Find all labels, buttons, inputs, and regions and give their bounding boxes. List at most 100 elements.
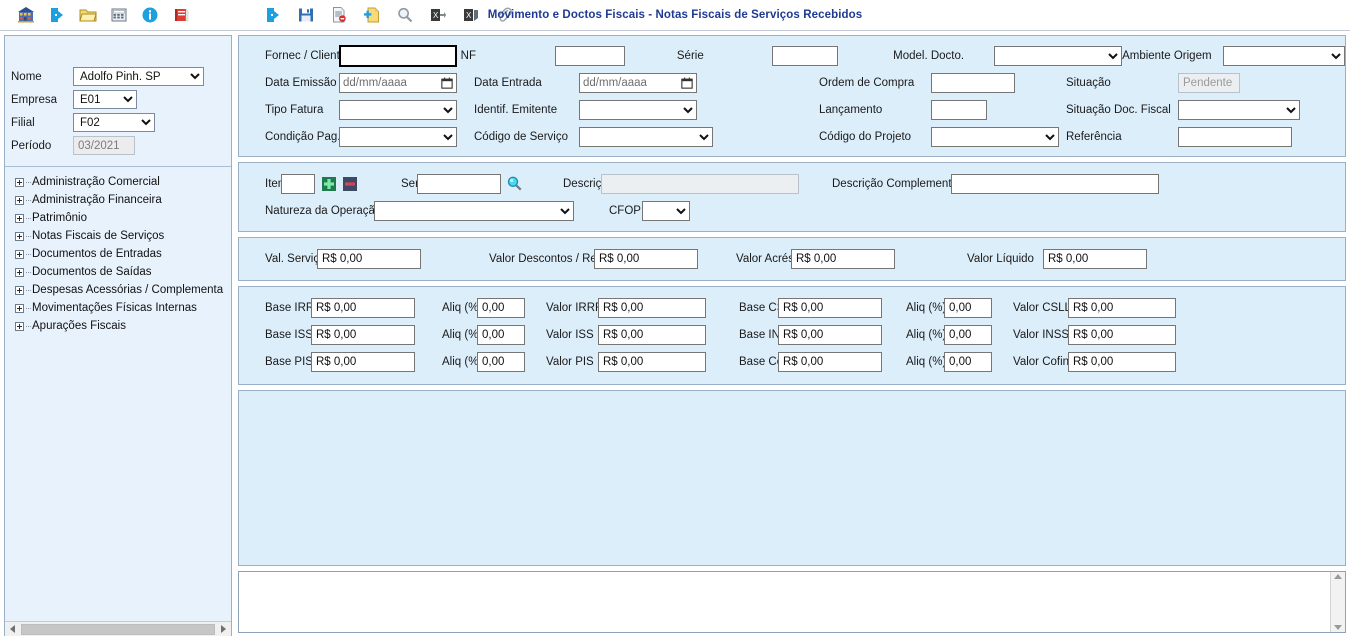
input-aliq-cofins[interactable] — [944, 351, 992, 372]
label-data-emissao: Data Emissão — [265, 76, 337, 89]
open-folder-icon[interactable] — [78, 5, 98, 25]
delete-document-icon[interactable] — [329, 5, 349, 25]
input-fornec-cliente[interactable] — [339, 44, 457, 67]
sidebar-select-nome[interactable]: Adolfo Pinh. SP — [73, 67, 204, 86]
sidebar-tree-item[interactable]: Documentos de Entradas — [15, 245, 231, 263]
sidebar-tree-item[interactable]: Patrimônio — [15, 209, 231, 227]
input-base-inss[interactable] — [778, 324, 882, 345]
sidebar-tree-item[interactable]: Notas Fiscais de Serviços — [15, 227, 231, 245]
expand-plus-icon[interactable] — [15, 249, 24, 259]
input-base-iss[interactable] — [311, 324, 415, 345]
select-tipo-fatura[interactable] — [339, 99, 457, 120]
exit-door-icon[interactable] — [263, 5, 283, 25]
expand-plus-icon[interactable] — [15, 213, 24, 223]
sidebar-label-periodo: Período — [11, 139, 52, 152]
input-aliq-pis[interactable] — [477, 351, 525, 372]
input-aliq-csll[interactable] — [944, 297, 992, 318]
input-ordem-de-compra[interactable] — [931, 72, 1015, 93]
input-val-servico[interactable] — [317, 248, 421, 269]
svg-text:X: X — [433, 11, 439, 20]
search-icon[interactable] — [395, 5, 415, 25]
input-valor-pis[interactable] — [598, 351, 706, 372]
input-base-csll[interactable] — [778, 297, 882, 318]
select-natureza-da-operacao[interactable] — [374, 200, 574, 221]
add-item-button[interactable] — [321, 176, 336, 191]
calendar-icon[interactable] — [441, 77, 453, 89]
attachment-icon[interactable] — [494, 5, 514, 25]
input-aliq-inss[interactable] — [944, 324, 992, 345]
label-serie: Série — [676, 49, 704, 62]
expand-plus-icon[interactable] — [15, 267, 24, 277]
expand-plus-icon[interactable] — [15, 231, 24, 241]
save-icon[interactable] — [296, 5, 316, 25]
select-model-docto[interactable] — [994, 45, 1123, 66]
input-valor-cofins[interactable] — [1068, 351, 1176, 372]
sidebar-tree-item[interactable]: Apurações Fiscais — [15, 317, 231, 335]
sidebar-tree-item[interactable]: Documentos de Saídas — [15, 263, 231, 281]
input-base-pis[interactable] — [311, 351, 415, 372]
input-valor-iss[interactable] — [598, 324, 706, 345]
select-ambiente-origem[interactable] — [1222, 45, 1345, 66]
sidebar-top-spacer — [5, 36, 231, 66]
label-valor-descontos-retencao: Valor Descontos / Retenção — [489, 252, 632, 265]
input-item[interactable] — [281, 173, 315, 194]
data-emissao-placeholder: dd/mm/aaaa — [343, 76, 407, 89]
sidebar-tree-item[interactable]: Despesas Acessórias / Complementa — [15, 281, 231, 299]
input-nf[interactable] — [555, 45, 626, 66]
input-base-cofins[interactable] — [778, 351, 882, 372]
notes-vertical-scrollbar[interactable] — [1330, 572, 1345, 632]
remove-item-button[interactable] — [342, 176, 357, 191]
input-base-irrf[interactable] — [311, 297, 415, 318]
sidebar-divider — [5, 166, 231, 167]
select-condicao-pag[interactable] — [339, 126, 457, 147]
tree-connector — [26, 253, 31, 255]
company-icon[interactable] — [16, 5, 36, 25]
sidebar-select-filial[interactable]: F02 — [73, 113, 155, 132]
new-document-icon[interactable] — [362, 5, 382, 25]
sidebar-tree-item[interactable]: Administração Comercial — [15, 173, 231, 191]
input-valor-acres[interactable] — [791, 248, 895, 269]
expand-plus-icon[interactable] — [15, 303, 24, 313]
book-icon[interactable] — [171, 5, 191, 25]
label-valor-csll: Valor CSLL — [1013, 301, 1071, 314]
select-codigo-de-servico[interactable] — [579, 126, 713, 147]
select-cfop[interactable] — [642, 200, 690, 221]
notes-textarea[interactable] — [239, 572, 1330, 632]
sidebar-tree-item[interactable]: Administração Financeira — [15, 191, 231, 209]
input-data-entrada[interactable]: dd/mm/aaaa — [579, 72, 697, 93]
input-data-emissao[interactable]: dd/mm/aaaa — [339, 72, 457, 93]
select-situacao-doc-fiscal[interactable] — [1178, 99, 1300, 120]
scroll-up-arrow-icon[interactable] — [1334, 574, 1342, 579]
input-valor-descontos-retencao[interactable] — [594, 248, 698, 269]
label-aliq-pis: Aliq (%) — [442, 355, 483, 368]
info-icon[interactable] — [140, 5, 160, 25]
input-valor-liquido[interactable] — [1043, 248, 1147, 269]
expand-plus-icon[interactable] — [15, 177, 24, 187]
search-servico-icon[interactable] — [506, 175, 523, 192]
label-base-cofins: Base Cofins — [739, 355, 802, 368]
sidebar-tree-label: Administração Comercial — [32, 176, 160, 188]
input-valor-irrf[interactable] — [598, 297, 706, 318]
expand-plus-icon[interactable] — [15, 321, 24, 331]
label-ordem-de-compra: Ordem de Compra — [819, 76, 915, 89]
select-codigo-do-projeto[interactable] — [931, 126, 1059, 147]
expand-plus-icon[interactable] — [15, 195, 24, 205]
calculator-icon[interactable] — [109, 5, 129, 25]
excel-import-icon[interactable]: X — [461, 5, 481, 25]
input-serie[interactable] — [771, 45, 838, 66]
sidebar-tree-item[interactable]: Movimentações Físicas Internas — [15, 299, 231, 317]
expand-plus-icon[interactable] — [15, 285, 24, 295]
exit-door-icon[interactable] — [47, 5, 67, 25]
input-lancamento[interactable] — [931, 99, 987, 120]
input-servico[interactable] — [417, 173, 501, 194]
input-valor-inss[interactable] — [1068, 324, 1176, 345]
input-valor-csll[interactable] — [1068, 297, 1176, 318]
input-aliq-irrf[interactable] — [477, 297, 525, 318]
input-referencia[interactable] — [1178, 126, 1292, 147]
select-identif-emitente[interactable] — [579, 99, 697, 120]
calendar-icon[interactable] — [681, 77, 693, 89]
excel-export-icon[interactable]: X — [428, 5, 448, 25]
sidebar-select-empresa[interactable]: E01 — [73, 90, 137, 109]
input-aliq-iss[interactable] — [477, 324, 525, 345]
input-descricao-complementar[interactable] — [951, 173, 1159, 194]
